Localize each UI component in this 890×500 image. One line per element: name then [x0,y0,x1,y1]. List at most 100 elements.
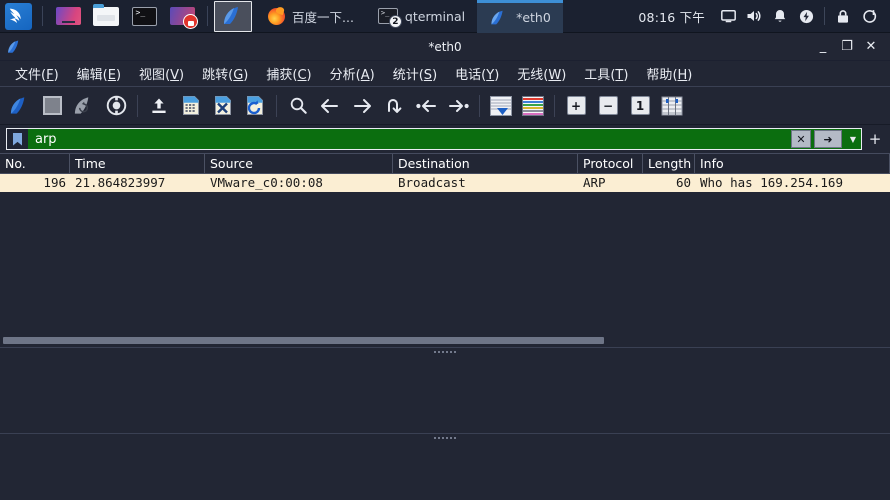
colorize-button[interactable] [517,90,549,122]
toolbar-divider-2 [276,94,277,117]
zoom-in-button[interactable]: + [560,90,592,122]
window-maximize-button[interactable]: ❐ [836,36,858,58]
find-packet-button[interactable] [282,90,314,122]
filter-add-button[interactable]: + [866,131,884,147]
save-file-button[interactable] [175,90,207,122]
packet-list-empty-area [0,192,890,333]
auto-scroll-button[interactable] [485,90,517,122]
column-header-destination[interactable]: Destination [393,154,578,173]
packet-bytes-pane[interactable] [0,442,890,500]
reload-file-button[interactable] [239,90,271,122]
filter-bookmark-icon[interactable] [7,129,29,149]
resize-columns-button[interactable] [656,90,688,122]
terminal-icon: >_ [131,6,157,26]
toolbar-divider-4 [554,94,555,117]
cell-length: 60 [675,175,691,190]
go-forward-button[interactable] [346,90,378,122]
close-file-button[interactable] [207,90,239,122]
logout-icon[interactable] [856,0,882,33]
taskbar-divider-2 [207,6,208,26]
zoom-out-button[interactable]: − [592,90,624,122]
window-title: *eth0 [428,39,462,54]
packet-list-hscrollbar-thumb[interactable] [3,336,605,344]
display-filter-input-wrapper[interactable]: arp ✕ ➜ ▼ [6,128,862,150]
terminal-icon: 2 [377,8,402,28]
screen-recorder-icon [169,7,198,29]
go-to-first-packet-button[interactable] [410,90,442,122]
packet-list-hscrollbar-area[interactable] [0,333,890,347]
window-minimize-button[interactable]: _ [812,36,834,58]
restart-capture-button[interactable] [68,90,100,122]
window-app-icon [0,39,30,55]
lock-screen-icon[interactable] [830,0,856,33]
capture-options-button[interactable] [100,90,132,122]
cell-protocol: ARP [583,175,606,190]
column-header-length[interactable]: Length [643,154,695,173]
display-icon[interactable] [715,0,741,33]
taskbar-task-eth0[interactable]: *eth0 [477,0,563,33]
display-filter-bar: arp ✕ ➜ ▼ + [0,125,890,153]
column-header-info[interactable]: Info [695,154,890,173]
zoom-reset-button[interactable]: 1 [624,90,656,122]
power-manager-icon[interactable] [793,0,819,33]
volume-icon[interactable] [741,0,767,33]
notification-bell-icon[interactable] [767,0,793,33]
menu-edit[interactable]: 编辑(E) [68,61,130,86]
quick-launch-wireshark[interactable] [214,0,252,32]
quick-launch-file-manager[interactable] [87,0,125,33]
menu-view[interactable]: 视图(V) [130,61,193,86]
taskbar-task-firefox[interactable]: 百度一下... [256,0,366,33]
menu-capture[interactable]: 捕获(C) [257,61,320,86]
toolbar-divider-3 [479,94,480,117]
taskbar-task-label: 百度一下... [292,9,354,25]
cell-no: 196 [43,175,66,190]
display-filter-input[interactable]: arp [29,132,791,147]
auto-scroll-icon [490,95,512,116]
quick-launch-workspace-switcher[interactable] [49,0,87,33]
column-header-protocol[interactable]: Protocol [578,154,643,173]
menu-tools[interactable]: 工具(T) [575,61,637,86]
menu-file[interactable]: 文件(F) [6,61,68,86]
menu-statistics[interactable]: 统计(S) [384,61,446,86]
table-row[interactable]: 196 21.864823997 VMware_c0:00:08 Broadca… [0,174,890,192]
wireshark-window: *eth0 _ ❐ ✕ 文件(F) 编辑(E) 视图(V) 跳转(G) 捕获(C… [0,33,890,500]
packet-bytes-splitter[interactable] [0,433,890,442]
quick-launch-screen-recorder[interactable] [163,0,201,33]
go-to-packet-button[interactable] [378,90,410,122]
taskbar-divider-1 [42,6,43,26]
menu-wireless[interactable]: 无线(W) [508,61,575,86]
zoom-out-icon: − [598,96,618,115]
go-to-last-packet-button[interactable] [442,90,474,122]
start-capture-button[interactable] [4,90,36,122]
workspace-switcher-icon [55,7,81,25]
taskbar-task-label: *eth0 [516,10,551,25]
kali-menu-button[interactable] [0,0,36,33]
tray-divider [824,7,825,25]
menu-telephony[interactable]: 电话(Y) [446,61,508,86]
menu-help[interactable]: 帮助(H) [637,61,701,86]
filter-history-dropdown[interactable]: ▼ [845,129,861,149]
go-back-button[interactable] [314,90,346,122]
window-titlebar[interactable]: *eth0 _ ❐ ✕ [0,33,890,61]
window-close-button[interactable]: ✕ [860,36,882,58]
quick-launch-terminal[interactable]: >_ [125,0,163,33]
packet-detail-splitter[interactable] [0,347,890,356]
clock[interactable]: 08:16 下午 [628,7,715,26]
filter-apply-button[interactable]: ➜ [814,130,842,148]
wireshark-icon [491,10,503,24]
firefox-icon [268,7,285,25]
filter-clear-button[interactable]: ✕ [791,130,811,148]
colorize-icon [522,95,544,116]
packet-list: No. Time Source Destination Protocol Len… [0,153,890,347]
menu-analyze[interactable]: 分析(A) [321,61,384,86]
resize-columns-icon [661,96,683,115]
column-header-source[interactable]: Source [205,154,393,173]
column-header-no[interactable]: No. [0,154,70,173]
packet-details-pane[interactable] [0,356,890,433]
desktop-taskbar: >_ 百度一下... 2 qterminal *eth0 [0,0,890,33]
menu-go[interactable]: 跳转(G) [193,61,257,86]
column-header-time[interactable]: Time [70,154,205,173]
open-file-button[interactable] [143,90,175,122]
stop-capture-button[interactable] [36,90,68,122]
taskbar-task-qterminal[interactable]: 2 qterminal [366,0,477,33]
